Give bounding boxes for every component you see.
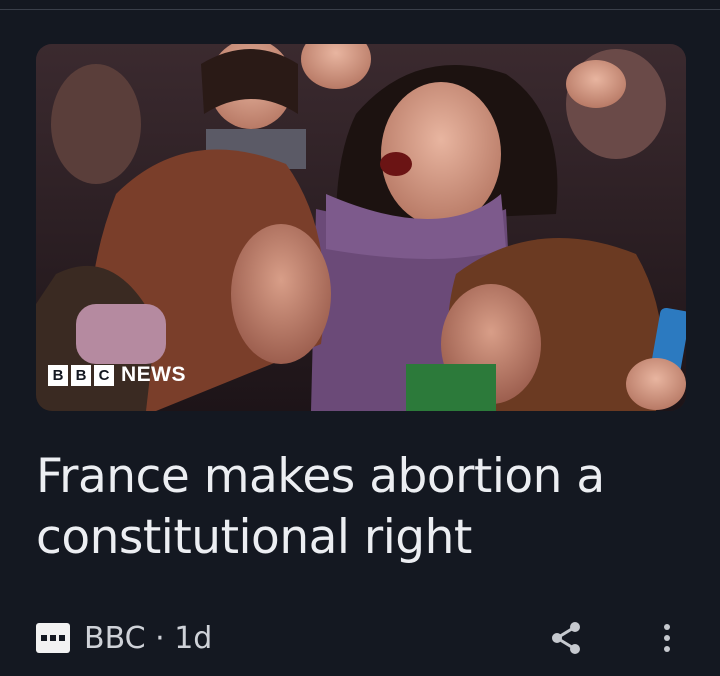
logo-block-c: C	[94, 364, 114, 386]
bbc-news-logo: B B C NEWS	[48, 363, 186, 387]
more-options-button[interactable]	[652, 620, 682, 656]
bbc-publisher-icon	[36, 623, 70, 653]
logo-news-word: NEWS	[121, 363, 186, 386]
more-vertical-icon	[664, 624, 670, 630]
news-card[interactable]: B B C NEWS France makes abortion a const…	[0, 0, 720, 676]
share-icon	[552, 622, 580, 654]
thumbnail-photo	[36, 44, 686, 411]
logo-block-b1: B	[48, 364, 68, 386]
top-divider	[0, 9, 720, 10]
article-thumbnail[interactable]: B B C NEWS	[36, 44, 686, 411]
publisher-and-age: BBC · 1d	[84, 620, 213, 656]
share-button[interactable]	[548, 620, 584, 656]
article-meta: BBC · 1d	[36, 618, 212, 658]
article-headline[interactable]: France makes abortion a constitutional r…	[36, 446, 696, 568]
logo-block-b2: B	[71, 364, 91, 386]
